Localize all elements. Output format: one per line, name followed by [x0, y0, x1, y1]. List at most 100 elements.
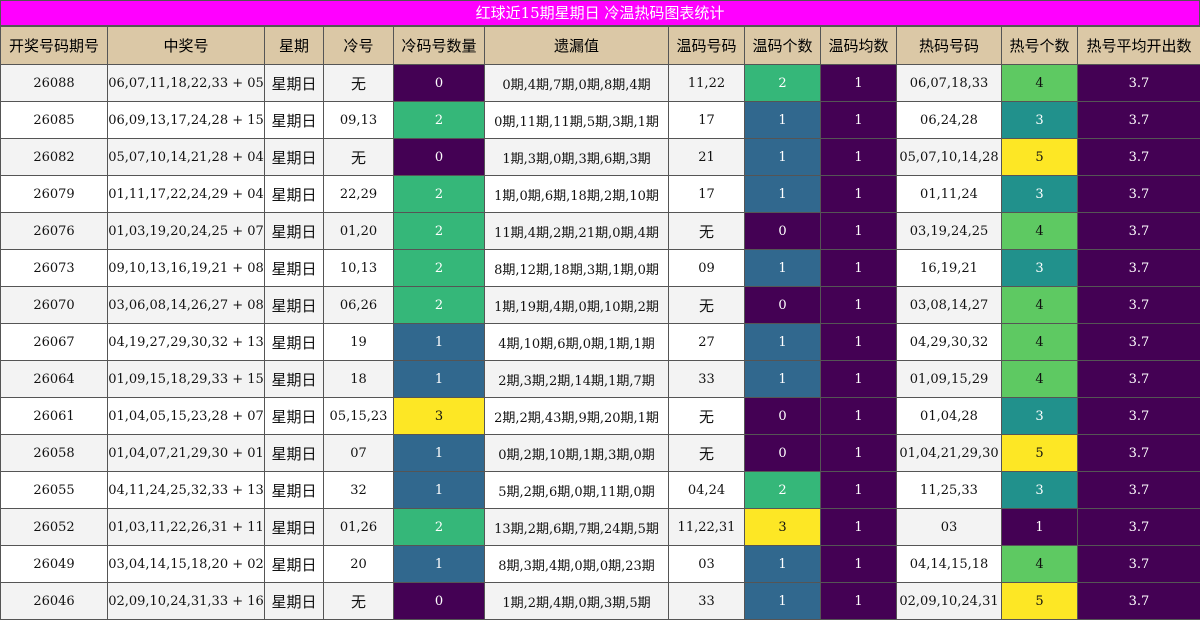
header-winning-numbers: 中奖号 [108, 27, 265, 65]
warm-count-cell: 3 [745, 509, 821, 546]
cold-count-cell: 1 [394, 472, 485, 509]
cold-count-cell: 1 [394, 435, 485, 472]
hot-count-cell: 1 [1002, 509, 1078, 546]
hot-count-cell: 3 [1002, 176, 1078, 213]
hot-average-cell: 3.7 [1078, 583, 1200, 620]
issue-cell: 26049 [1, 546, 108, 583]
weekday-cell: 星期日 [265, 287, 324, 324]
cold-count-cell: 2 [394, 213, 485, 250]
header-cold-count: 冷码号数量 [394, 27, 485, 65]
cold-numbers-cell: 05,15,23 [324, 398, 394, 435]
stats-table: 开奖号码期号 中奖号 星期 冷号 冷码号数量 遗漏值 温码号码 温码个数 温码均… [0, 26, 1200, 620]
winning-numbers-cell: 04,11,24,25,32,33 + 13 [108, 472, 265, 509]
hot-numbers-cell: 01,04,28 [897, 398, 1002, 435]
hot-average-cell: 3.7 [1078, 324, 1200, 361]
hot-numbers-cell: 01,09,15,29 [897, 361, 1002, 398]
winning-numbers-cell: 06,09,13,17,24,28 + 15 [108, 102, 265, 139]
winning-numbers-cell: 03,06,08,14,26,27 + 08 [108, 287, 265, 324]
cold-numbers-cell: 09,13 [324, 102, 394, 139]
issue-cell: 26067 [1, 324, 108, 361]
hot-numbers-cell: 02,09,10,24,31 [897, 583, 1002, 620]
chart-title: 红球近15期星期日 冷温热码图表统计 [0, 0, 1200, 26]
hot-count-cell: 5 [1002, 139, 1078, 176]
hot-numbers-cell: 01,11,24 [897, 176, 1002, 213]
warm-numbers-cell: 无 [669, 435, 745, 472]
cold-count-cell: 2 [394, 509, 485, 546]
warm-count-cell: 2 [745, 472, 821, 509]
warm-numbers-cell: 03 [669, 546, 745, 583]
weekday-cell: 星期日 [265, 65, 324, 102]
header-weekday: 星期 [265, 27, 324, 65]
issue-cell: 26079 [1, 176, 108, 213]
warm-average-cell: 1 [821, 472, 897, 509]
cold-numbers-cell: 18 [324, 361, 394, 398]
warm-count-cell: 1 [745, 176, 821, 213]
table-row: 2608506,09,13,17,24,28 + 15星期日09,1320期,1… [1, 102, 1200, 139]
omission-cell: 1期,3期,0期,3期,6期,3期 [485, 139, 669, 176]
table-row: 2604602,09,10,24,31,33 + 16星期日无01期,2期,4期… [1, 583, 1200, 620]
table-row: 2607601,03,19,20,24,25 + 07星期日01,20211期,… [1, 213, 1200, 250]
warm-numbers-cell: 11,22,31 [669, 509, 745, 546]
header-warm-count: 温码个数 [745, 27, 821, 65]
warm-numbers-cell: 17 [669, 176, 745, 213]
omission-cell: 0期,4期,7期,0期,8期,4期 [485, 65, 669, 102]
omission-cell: 1期,2期,4期,0期,3期,5期 [485, 583, 669, 620]
table-row: 2607003,06,08,14,26,27 + 08星期日06,2621期,1… [1, 287, 1200, 324]
weekday-cell: 星期日 [265, 361, 324, 398]
issue-cell: 26052 [1, 509, 108, 546]
header-warm-average: 温码均数 [821, 27, 897, 65]
warm-count-cell: 1 [745, 139, 821, 176]
warm-numbers-cell: 27 [669, 324, 745, 361]
hot-numbers-cell: 05,07,10,14,28 [897, 139, 1002, 176]
warm-average-cell: 1 [821, 102, 897, 139]
cold-count-cell: 2 [394, 250, 485, 287]
issue-cell: 26046 [1, 583, 108, 620]
winning-numbers-cell: 01,03,11,22,26,31 + 11 [108, 509, 265, 546]
warm-numbers-cell: 33 [669, 583, 745, 620]
cold-numbers-cell: 10,13 [324, 250, 394, 287]
hot-numbers-cell: 06,07,18,33 [897, 65, 1002, 102]
warm-average-cell: 1 [821, 213, 897, 250]
table-row: 2605504,11,24,25,32,33 + 13星期日3215期,2期,6… [1, 472, 1200, 509]
cold-count-cell: 0 [394, 583, 485, 620]
hot-count-cell: 3 [1002, 250, 1078, 287]
issue-cell: 26073 [1, 250, 108, 287]
omission-cell: 8期,12期,18期,3期,1期,0期 [485, 250, 669, 287]
cold-numbers-cell: 无 [324, 65, 394, 102]
omission-cell: 0期,2期,10期,1期,3期,0期 [485, 435, 669, 472]
issue-cell: 26082 [1, 139, 108, 176]
winning-numbers-cell: 09,10,13,16,19,21 + 08 [108, 250, 265, 287]
winning-numbers-cell: 04,19,27,29,30,32 + 13 [108, 324, 265, 361]
hot-numbers-cell: 11,25,33 [897, 472, 1002, 509]
weekday-cell: 星期日 [265, 176, 324, 213]
issue-cell: 26088 [1, 65, 108, 102]
hot-numbers-cell: 04,14,15,18 [897, 546, 1002, 583]
table-row: 2606704,19,27,29,30,32 + 13星期日1914期,10期,… [1, 324, 1200, 361]
warm-average-cell: 1 [821, 435, 897, 472]
hot-count-cell: 4 [1002, 287, 1078, 324]
warm-count-cell: 1 [745, 546, 821, 583]
hot-count-cell: 3 [1002, 398, 1078, 435]
weekday-cell: 星期日 [265, 213, 324, 250]
warm-count-cell: 2 [745, 65, 821, 102]
table-row: 2607309,10,13,16,19,21 + 08星期日10,1328期,1… [1, 250, 1200, 287]
table-row: 2606401,09,15,18,29,33 + 15星期日1812期,3期,2… [1, 361, 1200, 398]
warm-count-cell: 1 [745, 361, 821, 398]
warm-average-cell: 1 [821, 250, 897, 287]
omission-cell: 5期,2期,6期,0期,11期,0期 [485, 472, 669, 509]
hot-count-cell: 4 [1002, 361, 1078, 398]
hot-count-cell: 5 [1002, 435, 1078, 472]
cold-count-cell: 1 [394, 361, 485, 398]
cold-numbers-cell: 19 [324, 324, 394, 361]
hot-count-cell: 5 [1002, 583, 1078, 620]
warm-numbers-cell: 无 [669, 213, 745, 250]
cold-count-cell: 2 [394, 102, 485, 139]
weekday-cell: 星期日 [265, 509, 324, 546]
weekday-cell: 星期日 [265, 583, 324, 620]
issue-cell: 26076 [1, 213, 108, 250]
omission-cell: 1期,0期,6期,18期,2期,10期 [485, 176, 669, 213]
hot-numbers-cell: 04,29,30,32 [897, 324, 1002, 361]
table-row: 2606101,04,05,15,23,28 + 07星期日05,15,2332… [1, 398, 1200, 435]
header-cold-numbers: 冷号 [324, 27, 394, 65]
hot-average-cell: 3.7 [1078, 102, 1200, 139]
